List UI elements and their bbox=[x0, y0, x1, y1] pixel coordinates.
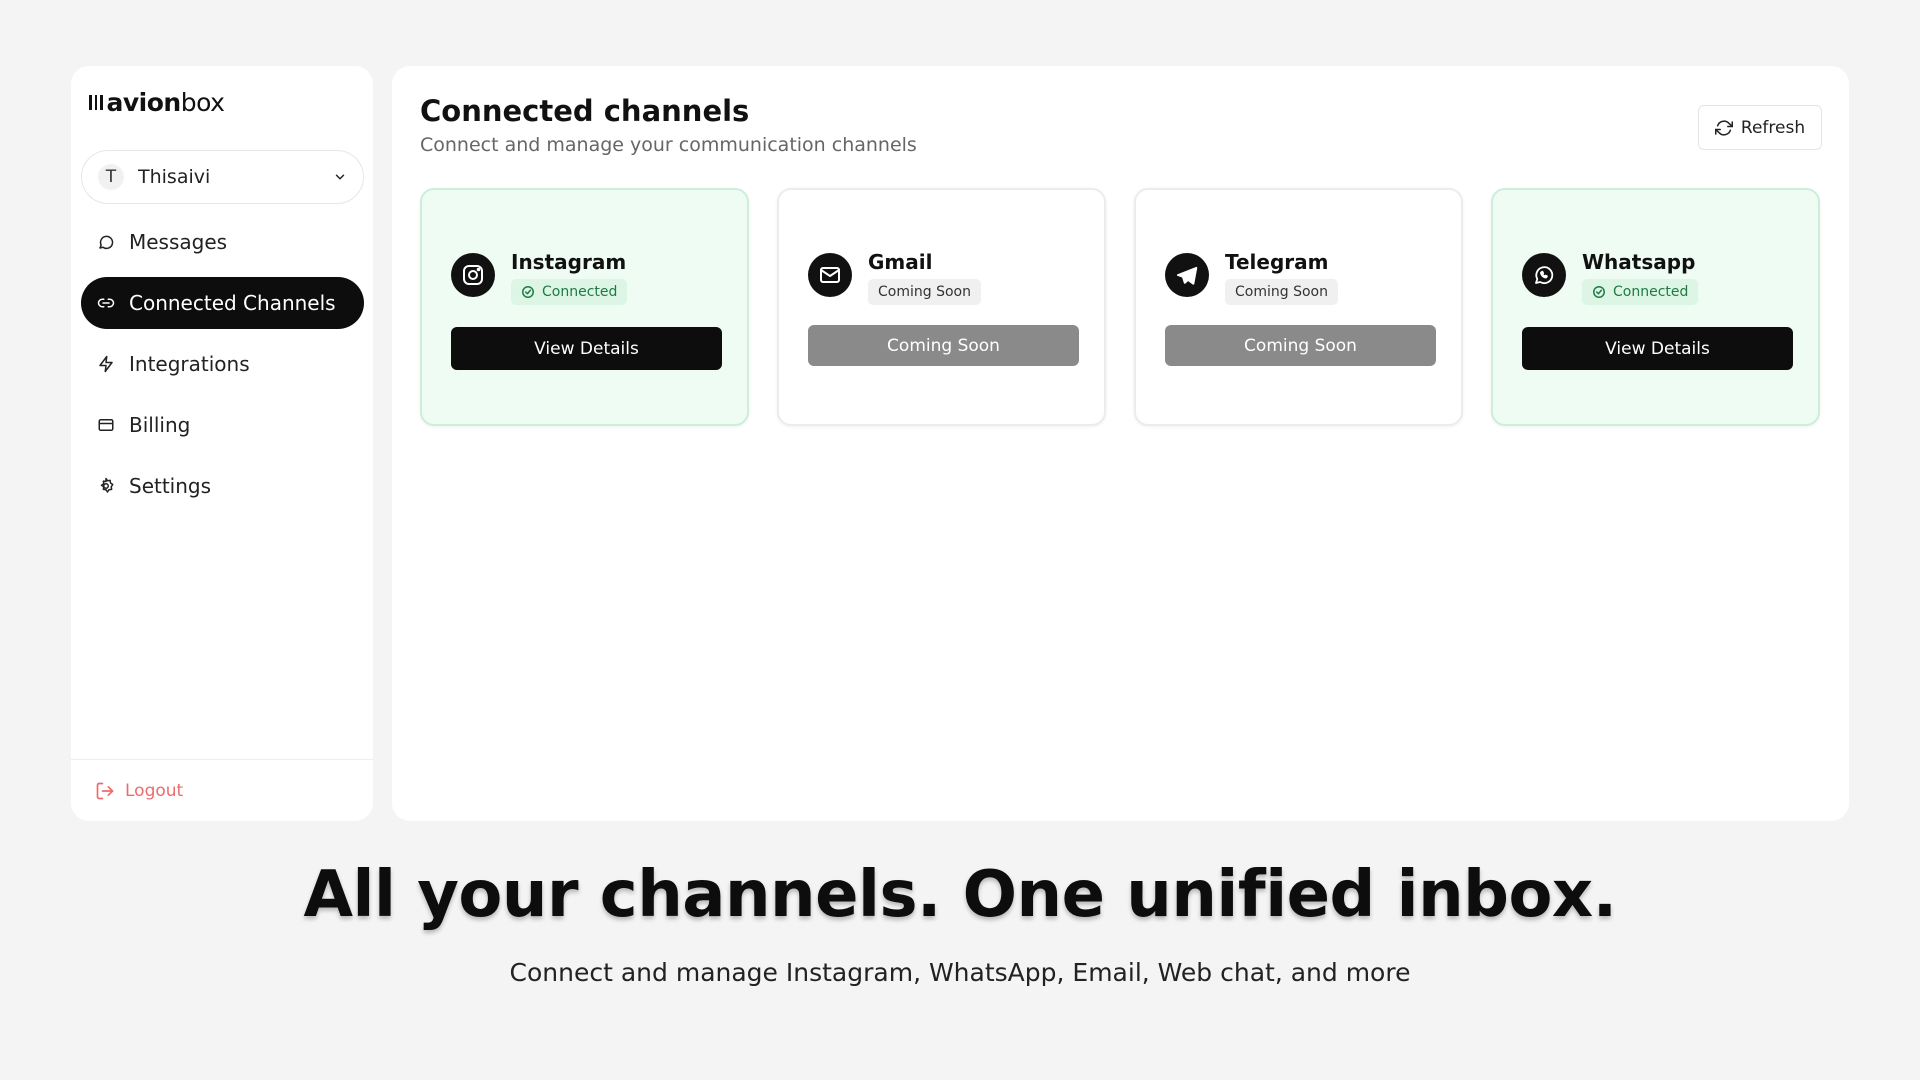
check-circle-icon bbox=[522, 286, 534, 298]
sidebar: avionbox T Thisaivi Messages Connected C… bbox=[71, 66, 373, 821]
tagline: Connect and manage Instagram, WhatsApp, … bbox=[509, 958, 1411, 987]
whatsapp-icon bbox=[1522, 253, 1566, 297]
channel-name: Whatsapp bbox=[1582, 250, 1696, 274]
view-details-button[interactable]: View Details bbox=[1522, 327, 1793, 370]
coming-soon-button[interactable]: Coming Soon bbox=[1165, 325, 1436, 366]
channel-card-whatsapp: Whatsapp Connected View Details bbox=[1491, 188, 1820, 426]
status-badge: Coming Soon bbox=[1225, 279, 1338, 305]
sidebar-item-integrations[interactable]: Integrations bbox=[81, 338, 364, 390]
status-label: Connected bbox=[542, 284, 618, 300]
sidebar-item-connected-channels[interactable]: Connected Channels bbox=[81, 277, 364, 329]
headline: All your channels. One unified inbox. bbox=[303, 858, 1618, 932]
refresh-label: Refresh bbox=[1740, 117, 1806, 138]
channel-card-instagram: Instagram Connected View Details bbox=[420, 188, 749, 426]
status-badge: Connected bbox=[511, 279, 628, 305]
view-details-button[interactable]: View Details bbox=[451, 327, 722, 370]
status-label: Connected bbox=[1613, 284, 1689, 300]
coming-soon-button[interactable]: Coming Soon bbox=[808, 325, 1079, 366]
link-icon bbox=[95, 292, 117, 314]
brand-name-bold: avion bbox=[106, 88, 182, 117]
refresh-icon bbox=[1714, 119, 1733, 136]
telegram-icon bbox=[1165, 253, 1209, 297]
channel-name: Telegram bbox=[1225, 250, 1329, 274]
sidebar-item-billing[interactable]: Billing bbox=[81, 399, 364, 451]
status-label: Coming Soon bbox=[878, 284, 971, 300]
brand-logo[interactable]: avionbox bbox=[89, 88, 225, 117]
credit-card-icon bbox=[95, 414, 117, 436]
main-panel: Connected channels Connect and manage yo… bbox=[392, 66, 1849, 821]
mail-icon bbox=[808, 253, 852, 297]
lightning-icon bbox=[95, 353, 117, 375]
sidebar-item-label: Connected Channels bbox=[129, 291, 336, 315]
sidebar-item-settings[interactable]: Settings bbox=[81, 460, 364, 512]
avatar: T bbox=[98, 164, 124, 190]
channel-name: Instagram bbox=[511, 250, 627, 274]
user-name: Thisaivi bbox=[138, 166, 211, 188]
chevron-down-icon bbox=[335, 174, 345, 180]
sidebar-item-label: Integrations bbox=[129, 352, 250, 376]
logout-label: Logout bbox=[125, 780, 184, 801]
sidebar-item-label: Billing bbox=[129, 413, 191, 437]
logo-bars-icon bbox=[89, 95, 103, 111]
check-circle-icon bbox=[1593, 286, 1605, 298]
channel-name: Gmail bbox=[868, 250, 933, 274]
status-badge: Connected bbox=[1582, 279, 1699, 305]
instagram-icon bbox=[451, 253, 495, 297]
sidebar-item-messages[interactable]: Messages bbox=[81, 216, 364, 268]
refresh-button[interactable]: Refresh bbox=[1698, 105, 1822, 150]
gear-icon bbox=[95, 475, 117, 497]
status-label: Coming Soon bbox=[1235, 284, 1328, 300]
logout-button[interactable]: Logout bbox=[71, 759, 373, 821]
sidebar-item-label: Settings bbox=[129, 474, 212, 498]
sidebar-nav: Messages Connected Channels Integrations… bbox=[81, 216, 364, 521]
status-badge: Coming Soon bbox=[868, 279, 981, 305]
logout-icon bbox=[96, 782, 114, 799]
workspace-user-select[interactable]: T Thisaivi bbox=[81, 150, 364, 204]
page-subtitle: Connect and manage your communication ch… bbox=[420, 134, 917, 156]
chat-bubble-icon bbox=[95, 231, 117, 253]
channel-card-gmail: Gmail Coming Soon Coming Soon bbox=[777, 188, 1106, 426]
channel-cards: Instagram Connected View Details Gmail C… bbox=[420, 188, 1820, 426]
brand-name-light: box bbox=[180, 88, 225, 117]
sidebar-item-label: Messages bbox=[129, 230, 228, 254]
page-title: Connected channels bbox=[420, 94, 750, 128]
channel-card-telegram: Telegram Coming Soon Coming Soon bbox=[1134, 188, 1463, 426]
